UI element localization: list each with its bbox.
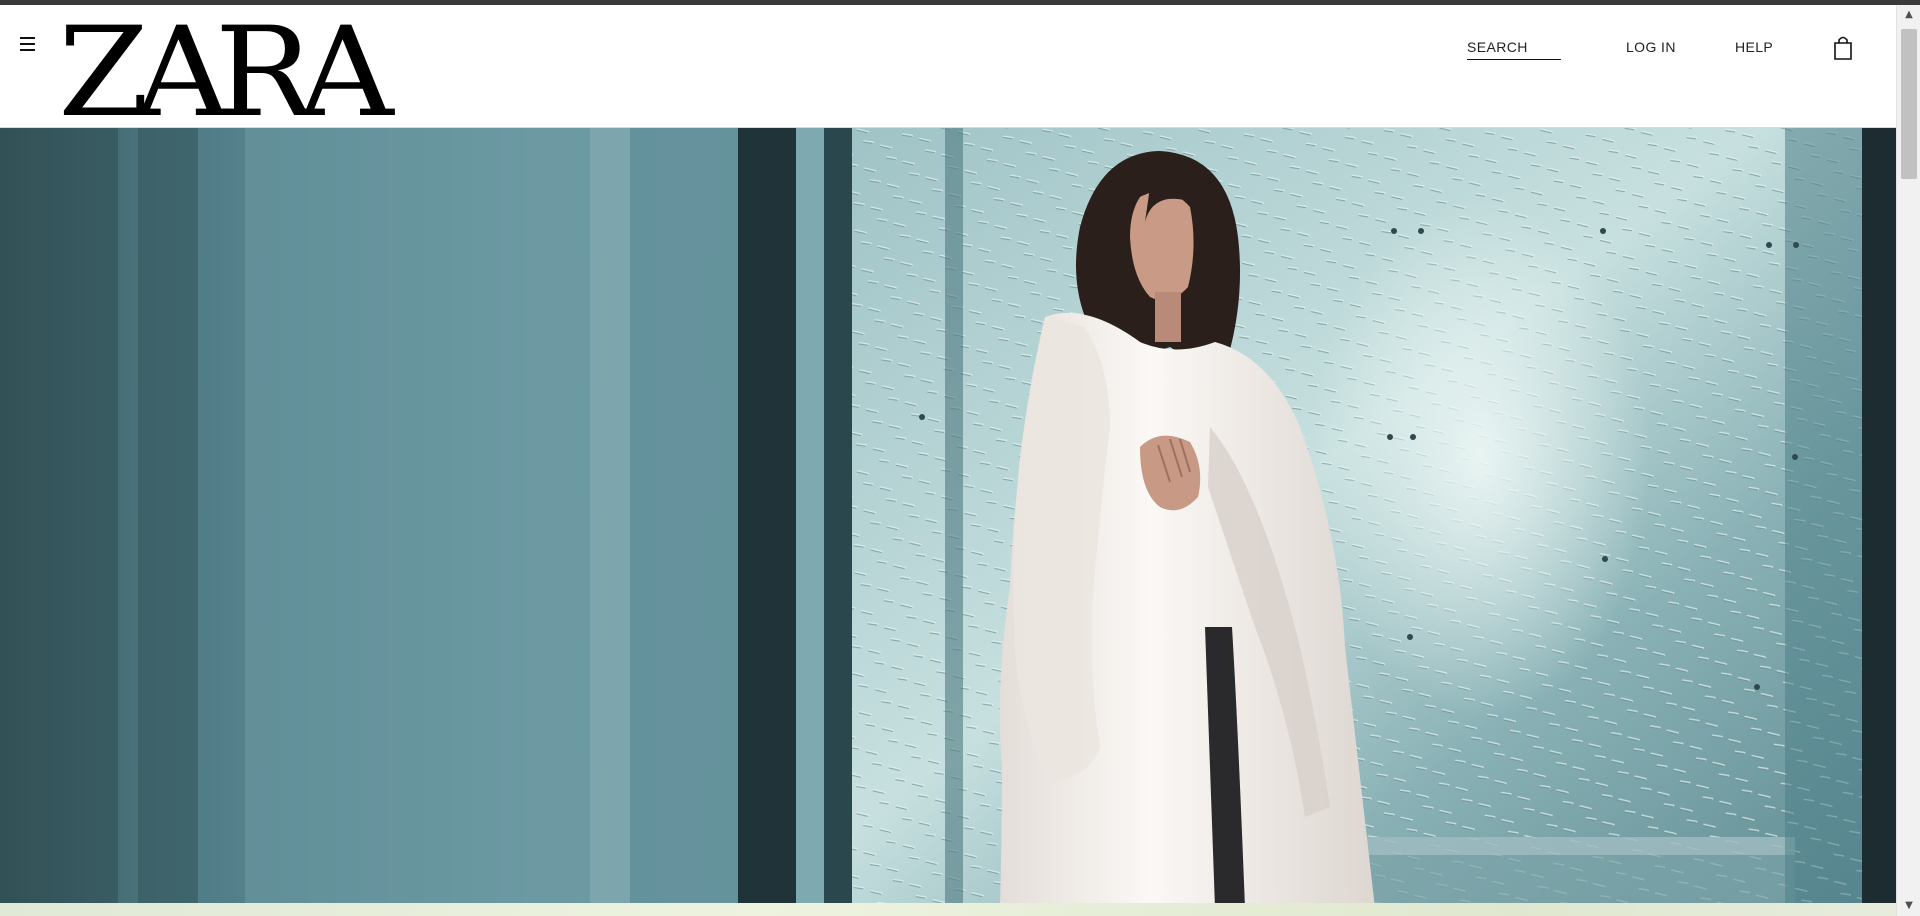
help-link[interactable]: HELP bbox=[1735, 35, 1773, 59]
scrollbar-thumb[interactable] bbox=[1901, 29, 1917, 179]
search-link[interactable]: SEARCH bbox=[1467, 35, 1561, 60]
page-viewport: ZARA SEARCH LOG IN HELP bbox=[0, 5, 1896, 908]
login-link[interactable]: LOG IN bbox=[1626, 35, 1676, 59]
site-header: ZARA SEARCH LOG IN HELP bbox=[0, 5, 1896, 135]
hero-banner[interactable] bbox=[0, 127, 1896, 908]
vertical-scrollbar[interactable]: ▲ ▼ bbox=[1896, 5, 1920, 916]
hamburger-icon[interactable] bbox=[18, 35, 38, 53]
zara-logo[interactable]: ZARA bbox=[58, 11, 394, 135]
shopping-bag-icon[interactable] bbox=[1833, 35, 1853, 61]
bottom-banner-strip bbox=[0, 903, 1896, 916]
campaign-photo bbox=[0, 127, 1896, 908]
scroll-down-arrow-icon[interactable]: ▼ bbox=[1897, 896, 1920, 916]
scroll-up-arrow-icon[interactable]: ▲ bbox=[1897, 5, 1920, 25]
